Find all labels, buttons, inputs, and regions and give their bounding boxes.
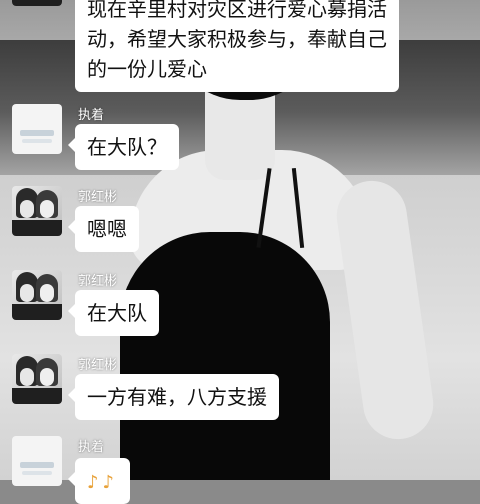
message-text-line: 动，希望大家积极参与，奉献自己 xyxy=(87,27,387,51)
sender-name: 郭红彬 xyxy=(78,274,118,289)
message-bubble[interactable]: 嗯嗯 xyxy=(68,206,139,252)
avatar[interactable] xyxy=(12,270,62,320)
message-text: 在大队 xyxy=(87,301,147,325)
message-text: 在大队？ xyxy=(87,135,167,159)
message-emoji: ♪♪ xyxy=(87,472,118,493)
avatar[interactable] xyxy=(12,354,62,404)
sender-name: 执着 xyxy=(78,440,105,455)
avatar[interactable] xyxy=(12,436,62,486)
message-text-line: 现在辛里村对灾区进行爱心募捐活 xyxy=(87,0,387,21)
message-text: 一方有难，八方支援 xyxy=(87,385,267,409)
message-text: 嗯嗯 xyxy=(87,217,127,241)
avatar[interactable] xyxy=(12,0,62,6)
avatar[interactable] xyxy=(12,104,62,154)
sender-name: 郭红彬 xyxy=(78,358,118,373)
sender-name: 郭红彬 xyxy=(78,190,118,205)
message-text-line: 的一份儿爱心 xyxy=(87,57,207,81)
sender-name: 执着 xyxy=(78,108,105,123)
message-bubble[interactable]: 现在辛里村对灾区进行爱心募捐活 动，希望大家积极参与，奉献自己 的一份儿爱心 xyxy=(75,0,399,92)
avatar[interactable] xyxy=(12,186,62,236)
message-bubble[interactable]: 在大队 xyxy=(68,290,159,336)
message-bubble[interactable]: 一方有难，八方支援 xyxy=(68,374,279,420)
message-bubble[interactable]: 在大队？ xyxy=(68,124,179,170)
chat-message-list[interactable]: 现在辛里村对灾区进行爱心募捐活 动，希望大家积极参与，奉献自己 的一份儿爱心 执… xyxy=(0,0,480,504)
message-bubble[interactable]: ♪♪ xyxy=(68,458,130,504)
